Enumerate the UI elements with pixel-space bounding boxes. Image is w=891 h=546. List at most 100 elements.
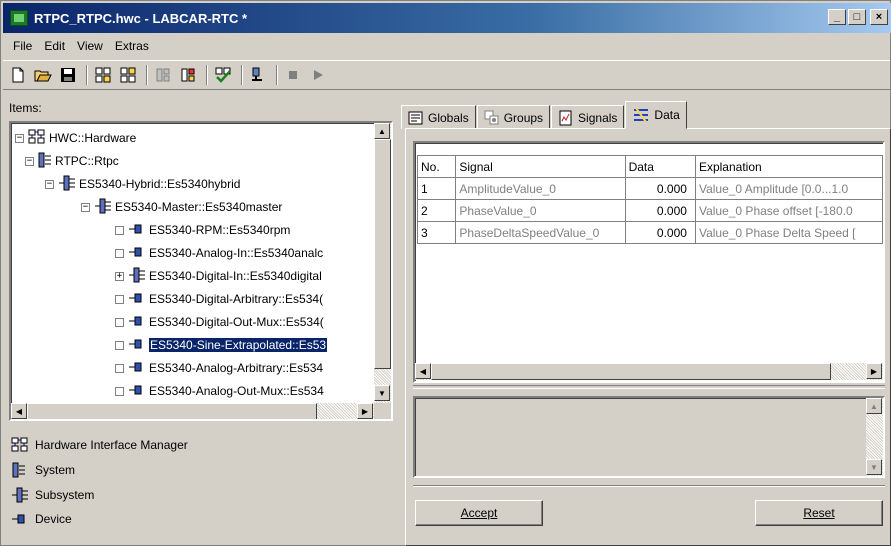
hardware-tree[interactable]: − HWC::Hardware − RTPC::Rtpc − ES5340-Hybrid:… [9,121,393,421]
data-table: No. Signal Data Explanation 1 AmplitudeV… [416,155,883,244]
subsystem-icon [12,487,28,503]
check-icon[interactable] [212,64,234,86]
cell-explanation: Value_0 Phase Delta Speed [ [694,221,883,244]
header-signal[interactable]: Signal [455,155,626,178]
leaf-marker [115,225,124,235]
tab-globals[interactable]: Globals [401,105,476,129]
legend-subsystem: Subsystem [11,487,94,503]
stop-icon[interactable] [282,64,304,86]
cell-no: 1 [416,177,457,200]
tree-node[interactable]: ES5340-Analog-In::Es5340analc [115,242,323,264]
hw-b-icon[interactable] [117,64,139,86]
menu-extras[interactable]: Extras [109,37,155,55]
tree-node-label: ES5340-Digital-In::Es5340digital [149,269,322,283]
hw-c-icon[interactable] [152,64,174,86]
tree-node-label: ES5340-Hybrid::Es5340hybrid [79,177,241,191]
table-header-row: No. Signal Data Explanation [416,155,883,178]
expand-collapse-toggle[interactable]: − [15,133,24,143]
new-icon[interactable] [7,64,29,86]
close-button[interactable]: × [870,9,888,25]
cell-data[interactable]: 0.000 [624,221,696,244]
hscroll-thumb[interactable] [27,403,317,419]
scroll-right-button[interactable]: ▶ [866,363,882,379]
hwc-icon-graphic [28,129,45,143]
description-box[interactable]: ▲ ▼ [413,396,885,478]
table-row[interactable]: 3 PhaseDeltaSpeedValue_0 0.000 Value_0 P… [416,221,883,244]
tree-node[interactable]: + ES5340-Digital-In::Es5340digital [115,265,322,287]
tree-node[interactable]: − HWC::Hardware [15,127,136,149]
menu-file[interactable]: File [7,37,38,55]
scroll-down-button[interactable]: ▼ [866,459,882,475]
minimize-button[interactable]: _ [828,9,846,25]
tab-groups[interactable]: Groups [476,105,551,129]
splitter[interactable] [413,385,885,389]
table-row[interactable]: 1 AmplitudeValue_0 0.000 Value_0 Amplitu… [416,177,883,200]
scroll-thumb[interactable] [374,139,391,369]
tree-node[interactable]: ES5340-Analog-Arbitrary::Es534 [115,357,323,379]
expand-collapse-toggle[interactable]: − [81,202,90,212]
legend-label: System [35,463,76,477]
tab-signals[interactable]: Signals [551,105,625,129]
tree-node[interactable]: ES5340-RPM::Es5340rpm [115,219,290,241]
scroll-up-button[interactable]: ▲ [374,123,390,139]
device-icon [128,359,146,378]
menu-view[interactable]: View [71,37,109,55]
leaf-marker [115,248,124,258]
device-icon [12,514,25,524]
connect-icon[interactable] [247,64,269,86]
tree-node[interactable]: − ES5340-Master::Es5340master [81,196,282,218]
tree-node[interactable]: ES5340-Analog-Out-Mux::Es534 [115,380,324,402]
scroll-left-button[interactable]: ◀ [415,363,431,379]
legend-label: Hardware Interface Manager [35,438,188,452]
tree-node-label: RTPC::Rtpc [55,154,119,168]
cell-signal: AmplitudeValue_0 [455,177,626,200]
tree-node[interactable]: ES5340-Sine-Extrapolated::Es53 [115,334,329,356]
menu-bar: File Edit View Extras [3,35,890,57]
tab-label: Signals [578,110,618,125]
groups-icon [484,110,499,124]
tree-horizontal-scrollbar[interactable]: ◀ ▶ [11,403,374,419]
scroll-right-button[interactable]: ▶ [357,403,373,419]
header-explanation[interactable]: Explanation [694,155,883,178]
tab-data[interactable]: Data [625,101,687,129]
grid-horizontal-scrollbar[interactable]: ◀ ▶ [415,363,883,380]
cell-data[interactable]: 0.000 [624,177,696,200]
hscroll-thumb[interactable] [431,363,831,380]
tree-vertical-scrollbar[interactable]: ▲ ▼ [374,123,391,403]
maximize-button[interactable]: □ [848,9,866,25]
hw-a-icon[interactable] [92,64,114,86]
toolbar-separator [276,65,278,85]
expand-collapse-toggle[interactable]: − [45,179,54,189]
tree-node[interactable]: ES5340-Digital-Out-Mux::Es534( [115,311,324,333]
save-icon[interactable] [57,64,79,86]
app-icon [10,10,28,26]
scroll-left-button[interactable]: ◀ [11,403,27,419]
tab-label: Data [654,108,680,122]
scroll-up-button[interactable]: ▲ [866,398,882,414]
menu-edit[interactable]: Edit [38,37,71,55]
expand-collapse-toggle[interactable]: + [115,271,124,281]
device-icon [128,313,146,332]
tree-node[interactable]: − ES5340-Hybrid::Es5340hybrid [45,173,240,195]
description-scrollbar[interactable]: ▲ ▼ [866,398,883,476]
accept-button[interactable]: Accept [415,500,543,526]
cell-no: 2 [416,199,457,222]
expand-collapse-toggle[interactable]: − [25,156,34,166]
cell-signal: PhaseDeltaSpeedValue_0 [455,221,626,244]
table-row[interactable]: 2 PhaseValue_0 0.000 Value_0 Phase offse… [416,199,883,222]
scroll-down-button[interactable]: ▼ [374,385,390,401]
reset-button[interactable]: Reset [755,500,883,526]
tree-node-label: ES5340-Analog-In::Es5340analc [149,246,324,260]
subsystem-icon-graphic [95,198,111,213]
header-data[interactable]: Data [624,155,696,178]
hw-d-icon[interactable] [177,64,199,86]
signal-data-grid[interactable]: No. Signal Data Explanation 1 AmplitudeV… [413,141,885,383]
play-icon[interactable] [307,64,329,86]
tree-node[interactable]: ES5340-Digital-Arbitrary::Es534( [115,288,323,310]
title-bar[interactable]: RTPC_RTPC.hwc - LABCAR-RTC * _ □ × [3,3,891,33]
subsystem-icon-graphic [59,175,75,190]
cell-data[interactable]: 0.000 [624,199,696,222]
open-icon[interactable] [32,64,54,86]
tree-node[interactable]: − RTPC::Rtpc [25,150,119,172]
header-no[interactable]: No. [416,155,457,178]
